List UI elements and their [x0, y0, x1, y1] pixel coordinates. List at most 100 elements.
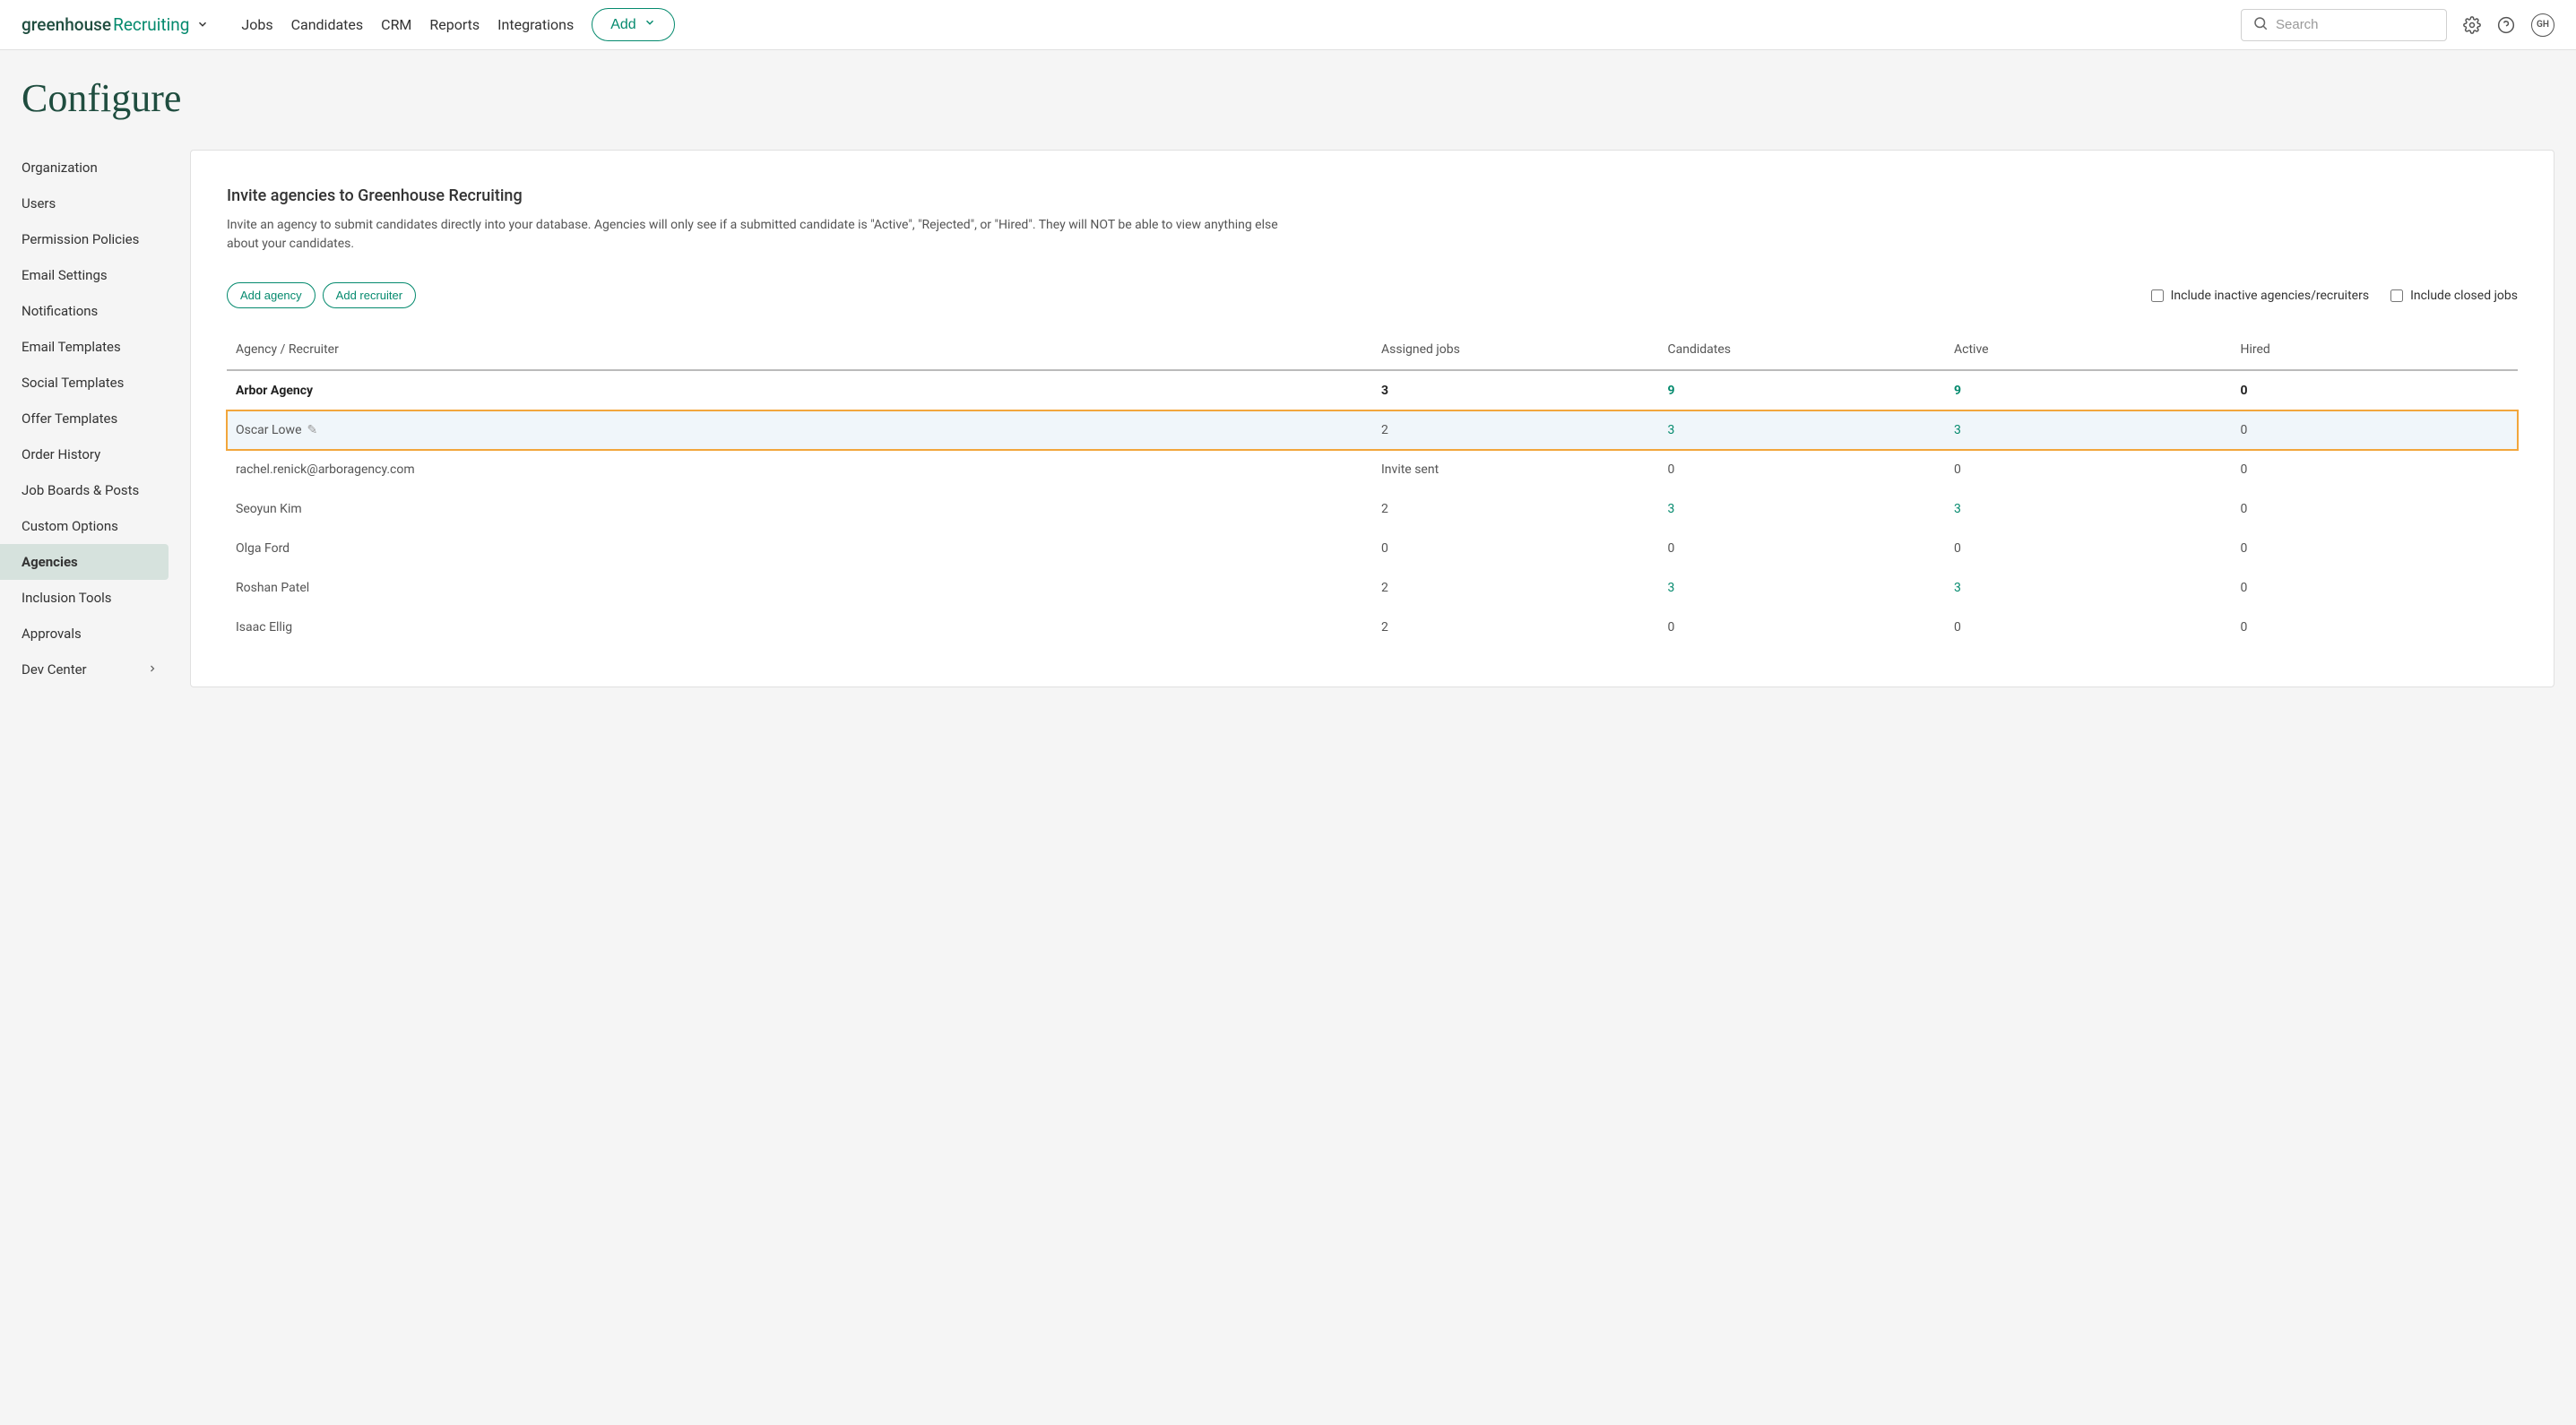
col-agency: Agency / Recruiter [227, 330, 1372, 370]
table-row[interactable]: Seoyun Kim2330 [227, 489, 2518, 529]
cell-active-value[interactable]: 9 [1954, 384, 1961, 398]
search-icon [2252, 15, 2269, 35]
cell-hired: 0 [2232, 410, 2519, 450]
sidebar-item-email-templates[interactable]: Email Templates [0, 329, 169, 365]
cell-assigned-value: 2 [1381, 423, 1388, 437]
cell-active-value[interactable]: 3 [1954, 423, 1961, 437]
sidebar-item-label: Approvals [22, 626, 82, 642]
include-inactive-input[interactable] [2151, 289, 2164, 302]
cell-candidates: 3 [1659, 568, 1946, 608]
include-closed-input[interactable] [2390, 289, 2403, 302]
nav-crm[interactable]: CRM [381, 16, 411, 33]
include-inactive-checkbox[interactable]: Include inactive agencies/recruiters [2151, 289, 2369, 303]
cell-hired-value: 0 [2241, 462, 2248, 477]
cell-assigned: 0 [1372, 529, 1659, 568]
sidebar-item-approvals[interactable]: Approvals [0, 616, 169, 652]
config-sidebar: OrganizationUsersPermission PoliciesEmai… [0, 150, 169, 687]
cell-hired: 0 [2232, 568, 2519, 608]
cell-candidates-value[interactable]: 3 [1668, 423, 1675, 437]
sidebar-item-organization[interactable]: Organization [0, 150, 169, 186]
cell-active: 3 [1945, 568, 2232, 608]
row-name: Roshan Patel [236, 581, 309, 595]
cell-assigned-value: 2 [1381, 502, 1388, 516]
cell-assigned: Invite sent [1372, 450, 1659, 489]
table-row[interactable]: Roshan Patel2330 [227, 568, 2518, 608]
cell-hired: 0 [2232, 370, 2519, 410]
table-header-row: Agency / Recruiter Assigned jobs Candida… [227, 330, 2518, 370]
table-row[interactable]: Arbor Agency3990 [227, 370, 2518, 410]
cell-hired: 0 [2232, 608, 2519, 647]
sidebar-item-social-templates[interactable]: Social Templates [0, 365, 169, 401]
sidebar-item-offer-templates[interactable]: Offer Templates [0, 401, 169, 436]
chevron-down-icon[interactable] [196, 14, 209, 35]
add-agency-button[interactable]: Add agency [227, 282, 316, 308]
sidebar-item-users[interactable]: Users [0, 186, 169, 221]
table-row[interactable]: Oscar Lowe ✎ 2 3 3 0 [227, 410, 2518, 450]
sidebar-item-inclusion-tools[interactable]: Inclusion Tools [0, 580, 169, 616]
add-recruiter-button[interactable]: Add recruiter [323, 282, 416, 308]
agencies-table: Agency / Recruiter Assigned jobs Candida… [227, 330, 2518, 647]
avatar[interactable]: GH [2531, 13, 2554, 37]
sidebar-item-label: Notifications [22, 303, 98, 319]
table-row[interactable]: Olga Ford0000 [227, 529, 2518, 568]
nav-reports[interactable]: Reports [429, 16, 480, 33]
include-closed-checkbox[interactable]: Include closed jobs [2390, 289, 2518, 303]
cell-hired-value: 0 [2241, 581, 2248, 595]
cell-candidates-value[interactable]: 3 [1668, 502, 1675, 516]
search-box[interactable] [2241, 9, 2447, 41]
include-inactive-label: Include inactive agencies/recruiters [2171, 289, 2369, 303]
nav-candidates[interactable]: Candidates [291, 16, 364, 33]
cell-active-value: 0 [1954, 541, 1961, 556]
chevron-right-icon [147, 661, 158, 678]
nav-jobs[interactable]: Jobs [241, 16, 272, 33]
cell-assigned-value: 2 [1381, 620, 1388, 635]
sidebar-item-order-history[interactable]: Order History [0, 436, 169, 472]
cell-active-value[interactable]: 3 [1954, 581, 1961, 595]
filter-checks: Include inactive agencies/recruiters Inc… [2151, 289, 2518, 303]
row-name: Oscar Lowe [236, 423, 302, 437]
main-nav: Jobs Candidates CRM Reports Integrations [241, 16, 574, 33]
sidebar-item-label: Social Templates [22, 375, 124, 391]
cell-hired-value: 0 [2241, 423, 2248, 437]
cell-candidates-value[interactable]: 3 [1668, 581, 1675, 595]
table-row[interactable]: Isaac Ellig2000 [227, 608, 2518, 647]
cell-candidates: 0 [1659, 529, 1946, 568]
cell-candidates-value: 0 [1668, 620, 1675, 635]
actions-row: Add agency Add recruiter Include inactiv… [227, 282, 2518, 308]
col-candidates: Candidates [1659, 330, 1946, 370]
table-row[interactable]: rachel.renick@arboragency.comInvite sent… [227, 450, 2518, 489]
gear-icon[interactable] [2463, 16, 2481, 34]
cell-candidates: 0 [1659, 608, 1946, 647]
sidebar-item-notifications[interactable]: Notifications [0, 293, 169, 329]
logo[interactable]: greenhouse Recruiting [22, 14, 209, 35]
include-closed-label: Include closed jobs [2410, 289, 2518, 303]
sidebar-item-permission-policies[interactable]: Permission Policies [0, 221, 169, 257]
cell-assigned: 2 [1372, 410, 1659, 450]
cell-candidates-value: 0 [1668, 541, 1675, 556]
search-input[interactable] [2276, 17, 2435, 32]
cell-name: Arbor Agency [227, 370, 1372, 410]
sidebar-item-agencies[interactable]: Agencies [0, 544, 169, 580]
row-name: Seoyun Kim [236, 502, 302, 516]
cell-name: Seoyun Kim [227, 489, 1372, 529]
cell-active-value: 0 [1954, 462, 1961, 477]
sidebar-item-label: Order History [22, 446, 100, 462]
app-header: greenhouse Recruiting Jobs Candidates CR… [0, 0, 2576, 50]
sidebar-item-email-settings[interactable]: Email Settings [0, 257, 169, 293]
cell-candidates-value[interactable]: 9 [1668, 384, 1675, 398]
add-button[interactable]: Add [592, 8, 674, 41]
col-assigned: Assigned jobs [1372, 330, 1659, 370]
sidebar-item-job-boards-posts[interactable]: Job Boards & Posts [0, 472, 169, 508]
cell-active-value[interactable]: 3 [1954, 502, 1961, 516]
page-body: Configure OrganizationUsersPermission Po… [0, 50, 2576, 1425]
cell-assigned: 2 [1372, 489, 1659, 529]
sidebar-item-custom-options[interactable]: Custom Options [0, 508, 169, 544]
cell-name: Roshan Patel [227, 568, 1372, 608]
panel-heading: Invite agencies to Greenhouse Recruiting [227, 186, 2518, 205]
cell-active-value: 0 [1954, 620, 1961, 635]
sidebar-item-dev-center[interactable]: Dev Center [0, 652, 169, 687]
sidebar-item-label: Email Templates [22, 339, 121, 355]
pencil-icon[interactable]: ✎ [307, 423, 318, 437]
help-icon[interactable] [2497, 16, 2515, 34]
nav-integrations[interactable]: Integrations [497, 16, 574, 33]
